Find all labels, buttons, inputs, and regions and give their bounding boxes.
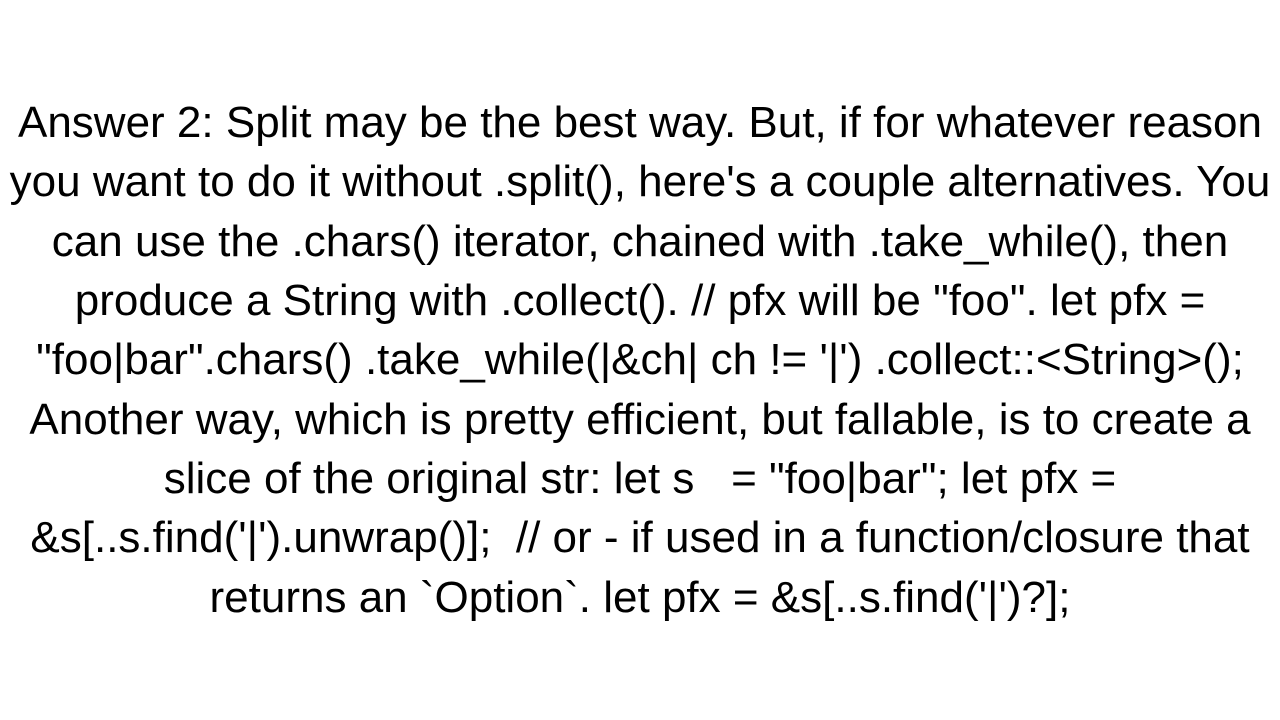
code2-line1: let s = "foo|bar"; [614,454,949,503]
answer-text: Answer 2: Split may be the best way. But… [0,93,1280,628]
code1-comment: // pfx will be "foo". [691,276,1038,325]
code1-line2: .take_while(|&ch| ch != '|') [365,335,862,384]
code1-line3: .collect::<String>(); [875,335,1244,384]
answer-label: Answer 2: [18,98,214,147]
answer-content: Answer 2: Split may be the best way. But… [0,0,1280,720]
code2-line3: let pfx = &s[..s.find('|')?]; [603,573,1070,622]
